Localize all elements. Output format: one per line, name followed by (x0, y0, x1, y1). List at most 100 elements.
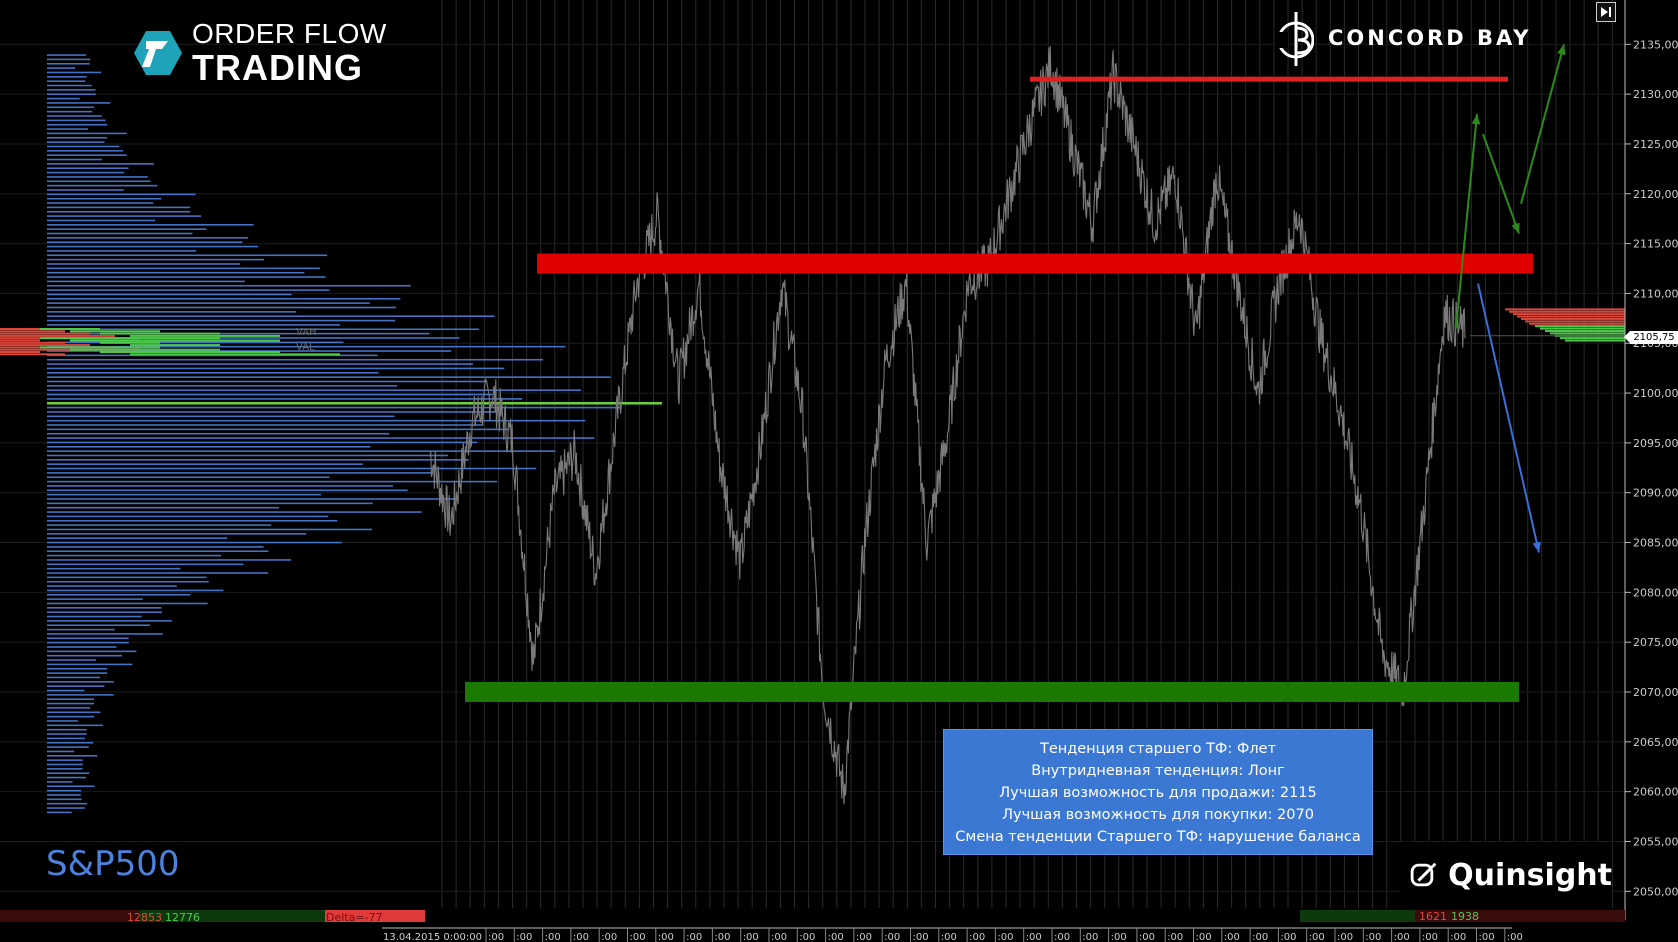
skip-to-end-icon (1601, 7, 1611, 17)
volume-profile-bar (47, 567, 181, 570)
right-delta-buy (1545, 329, 1625, 332)
volume-profile-bar (47, 781, 73, 783)
right-delta-sell (1505, 308, 1625, 311)
volume-profile-bar (47, 698, 94, 701)
volume-profile-bar (47, 450, 556, 452)
right-delta-buy (1535, 325, 1625, 328)
price-axis-label: 2095,00 (1633, 437, 1678, 450)
left-delta-sell (0, 334, 115, 337)
chart-svg: VAH VAL 2050,00 2055,00 2060,00 2065,00 2070,0… (0, 0, 1678, 942)
time-axis-label: :00 (1026, 932, 1042, 942)
left-delta-buy (100, 332, 220, 335)
info-line-2: Внутридневная тенденция: Лонг (1031, 763, 1285, 779)
volume-profile-bar (47, 702, 95, 705)
volume-profile-bar (47, 302, 370, 304)
price-axis-label: 2060,00 (1633, 786, 1678, 799)
volume-profile-bar (47, 672, 108, 674)
volume-profile-bar (47, 755, 98, 757)
price-axis-label: 2090,00 (1633, 487, 1678, 500)
left-delta-buy (40, 346, 160, 349)
volume-profile-bar (47, 115, 102, 117)
volume-profile-bar (47, 80, 86, 82)
volume-profile-bar (47, 315, 495, 318)
go-to-end-button[interactable] (1596, 2, 1616, 22)
volume-profile-bar (47, 637, 129, 640)
price-axis-label: 2120,00 (1633, 188, 1678, 201)
volume-profile-bar (47, 537, 228, 539)
volume-profile-bar (47, 306, 396, 309)
chart-root: VAH VAL 2050,00 2055,00 2060,00 2065,00 2070,0… (0, 0, 1678, 942)
right-delta-buy (1560, 337, 1625, 340)
left-delta-sell (0, 353, 65, 356)
volume-profile-bar (47, 489, 408, 492)
volume-profile-bar (47, 689, 85, 692)
time-axis-label: :00 (516, 932, 532, 942)
time-axis-label: :00 (1082, 932, 1098, 942)
right-delta-buy (1550, 332, 1625, 335)
volume-profile-bar (47, 371, 379, 374)
time-axis-label: :00 (1054, 932, 1070, 942)
volume-profile-bar (47, 576, 207, 579)
volume-profile-bar (47, 54, 87, 56)
volume-profile-bar (47, 694, 114, 696)
volume-profile-bar (47, 628, 115, 631)
volume-profile-bar (47, 511, 422, 513)
volume-profile-bar (47, 454, 448, 457)
volume-profile-bar (47, 789, 82, 792)
volume-profile-bar (47, 385, 398, 387)
volume-profile-bar (47, 415, 395, 418)
volume-profile-bar (47, 97, 80, 100)
volume-profile-bar (47, 459, 469, 461)
time-axis-label: :00 (1252, 932, 1268, 942)
volume-profile-bar (47, 524, 272, 526)
time-axis-label: :00 (969, 932, 985, 942)
volume-profile-bar (47, 502, 373, 505)
time-axis-label: :00 (1365, 932, 1381, 942)
volume-profile-bar (47, 541, 342, 544)
volume-profile-bar (47, 276, 326, 278)
volume-profile-bar (47, 280, 245, 283)
volume-profile-bar (47, 798, 82, 801)
volume-profile-bar (47, 119, 106, 122)
price-axis-label: 2135,00 (1633, 38, 1678, 51)
time-axis-label: :00 (743, 932, 759, 942)
volume-profile-bar (47, 506, 280, 509)
volume-profile-bar (47, 189, 124, 191)
volume-profile-bar (47, 106, 94, 109)
volume-profile-bar (47, 428, 510, 431)
volume-profile-bar (47, 620, 173, 622)
left-delta-sell (0, 330, 65, 333)
price-axis-label: 2080,00 (1633, 586, 1678, 599)
volume-profile-bar (47, 563, 244, 566)
volume-profile-bar (47, 245, 259, 248)
volume-profile-bar (47, 219, 156, 222)
volume-profile-bar (47, 485, 394, 487)
volume-profile-bar (47, 615, 142, 618)
left-delta-buy (130, 353, 340, 356)
current-price-marker: 2105,75 (1624, 331, 1678, 344)
volume-profile-bar (47, 319, 396, 322)
volume-profile-bar (47, 202, 154, 204)
volume-profile-bar (47, 258, 265, 261)
volume-profile-bar (47, 241, 243, 244)
time-axis-label: :00 (601, 932, 617, 942)
volume-profile-bar (47, 141, 105, 143)
time-axis-label: :00 (658, 932, 674, 942)
volume-profile-bar (47, 163, 154, 165)
price-axis-label: 2075,00 (1633, 636, 1678, 649)
concord-bay-text: CONCORD BAY (1328, 26, 1532, 50)
left-delta-buy (70, 348, 220, 351)
volume-profile-bar (47, 441, 478, 444)
volume-profile-bar (47, 363, 473, 365)
time-axis-label: :00 (1337, 932, 1353, 942)
info-line-5: Смена тенденции Старшего ТФ: нарушение б… (955, 829, 1361, 845)
right-delta-sell (1517, 315, 1625, 318)
volume-profile-bar (47, 580, 209, 583)
volume-profile-bar (47, 311, 297, 313)
arrow-down-arrow-1-head (1511, 222, 1520, 234)
time-axis-label: :00 (771, 932, 787, 942)
left-delta-sell (0, 332, 90, 335)
volume-profile-bar (47, 284, 411, 287)
volume-profile-bar (47, 611, 162, 613)
time-axis-label: :00 (799, 932, 815, 942)
